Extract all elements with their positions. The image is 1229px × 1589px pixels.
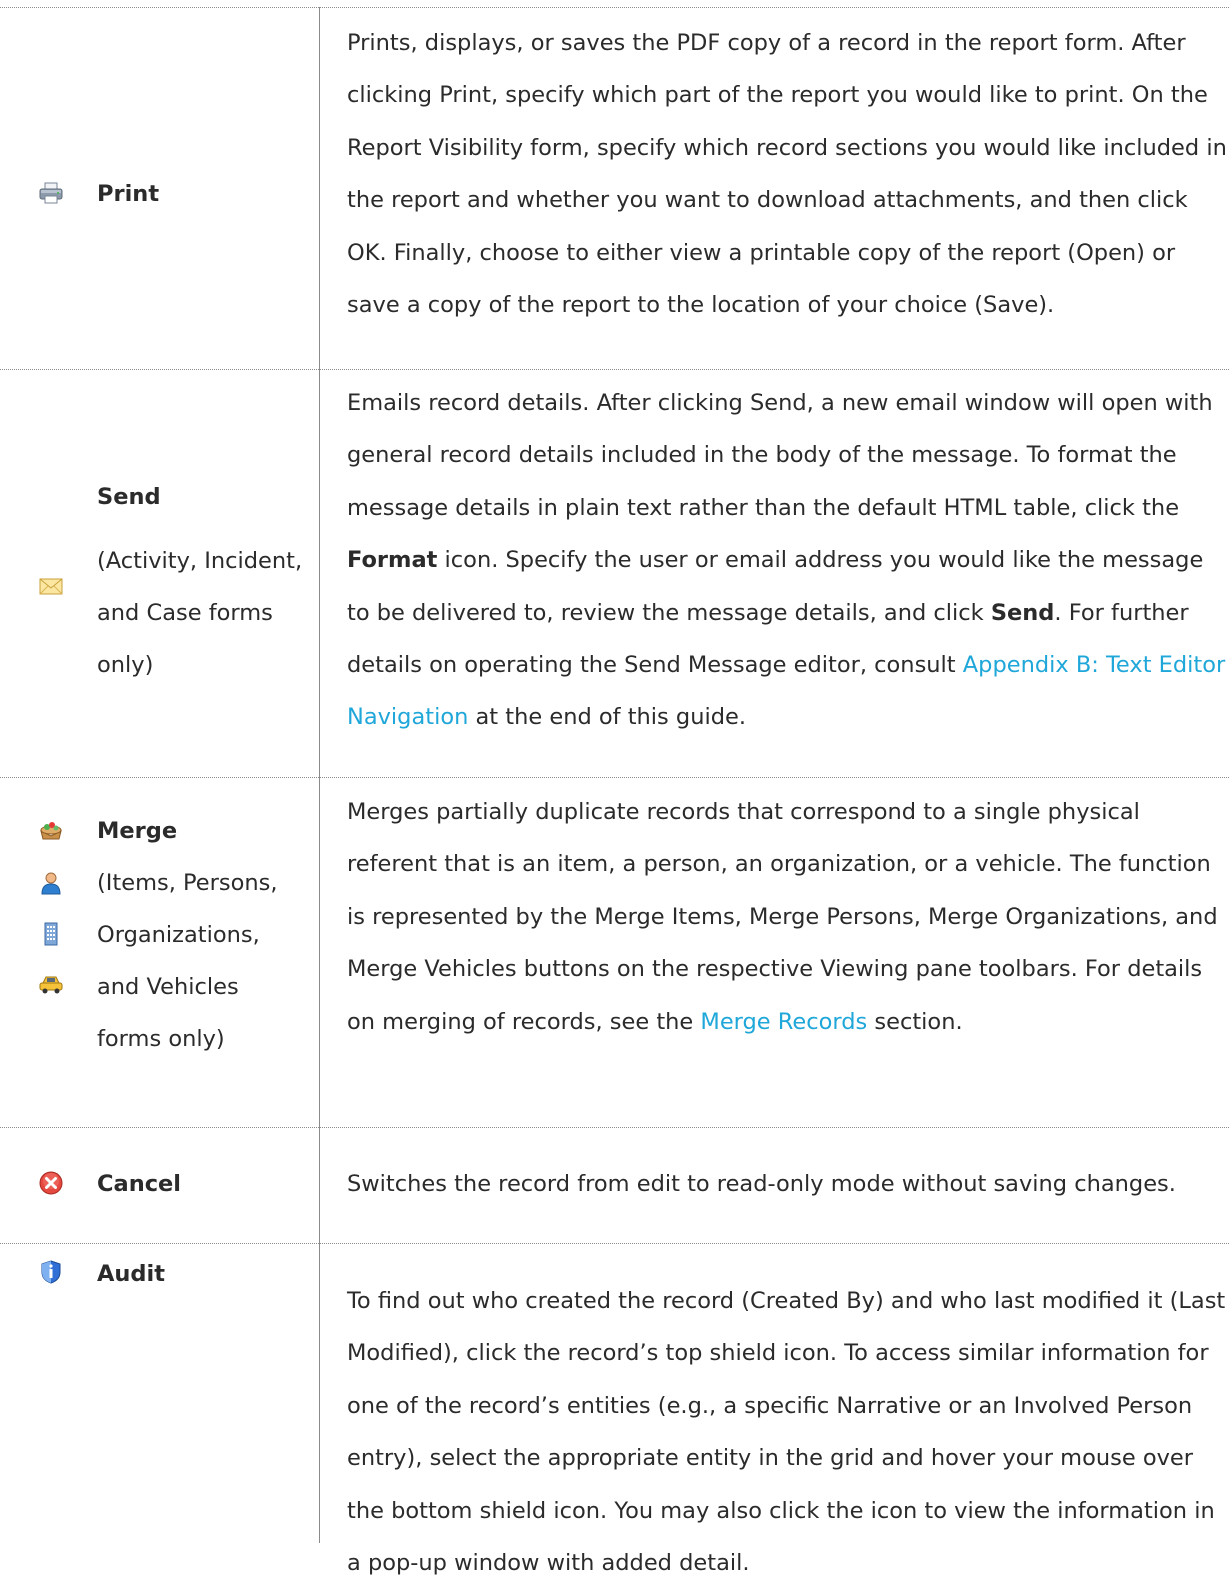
row-divider <box>0 1243 1229 1244</box>
column-divider <box>319 7 320 1543</box>
audit-label: Audit <box>97 1261 166 1287</box>
print-label: Print <box>97 181 160 207</box>
cancel-icon[interactable] <box>38 1170 64 1196</box>
cancel-label: Cancel <box>97 1171 182 1197</box>
vehicle-icon[interactable] <box>38 971 64 997</box>
send-description: Emails record details. After clicking Se… <box>347 377 1227 744</box>
merge-description: Merges partially duplicate records that … <box>347 786 1227 1048</box>
merge-note: (Items, Persons, Organizations, and Vehi… <box>97 870 278 1052</box>
merge-records-link[interactable]: Merge Records <box>700 1009 867 1035</box>
items-icon[interactable] <box>38 817 64 843</box>
merge-description-text: section. <box>867 1008 963 1035</box>
send-note: (Activity, Incident, and Case forms only… <box>97 548 303 678</box>
row-divider <box>0 369 1229 370</box>
shield-icon[interactable] <box>38 1259 64 1285</box>
send-term: Send <box>990 599 1055 626</box>
send-label: Send <box>97 484 161 510</box>
format-term: Format <box>347 547 438 574</box>
print-description: Prints, displays, or saves the PDF copy … <box>347 30 1227 319</box>
merge-description-text: Merges partially duplicate records that … <box>347 799 1218 1035</box>
person-icon[interactable] <box>38 870 64 896</box>
row-divider <box>0 1127 1229 1128</box>
row-divider <box>0 7 1229 8</box>
merge-label: Merge <box>97 818 178 844</box>
audit-description: To find out who created the record (Crea… <box>347 1288 1226 1577</box>
cancel-description: Switches the record from edit to read-on… <box>347 1171 1176 1197</box>
printer-icon[interactable] <box>38 180 64 206</box>
send-description-text: Emails record details. After clicking Se… <box>347 390 1213 521</box>
row-divider <box>0 777 1229 778</box>
envelope-icon[interactable] <box>38 573 64 599</box>
send-description-text: at the end of this guide. <box>468 704 747 731</box>
organization-icon[interactable] <box>38 921 64 947</box>
